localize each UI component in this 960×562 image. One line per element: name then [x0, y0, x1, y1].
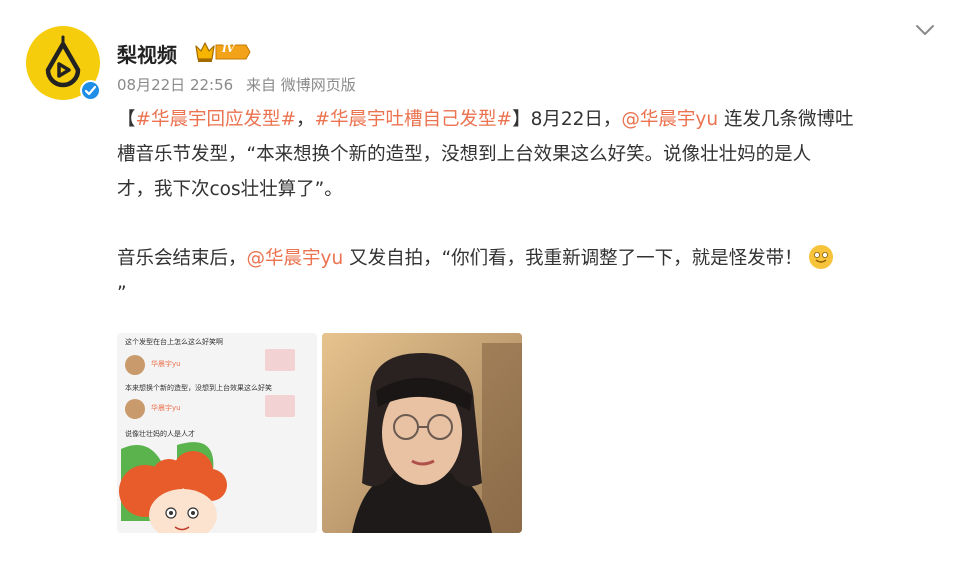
text-line-2: 槽音乐节发型，“本来想换个新的造型，没想到上台效果这么好笑。说像壮壮妈的是人 — [117, 144, 812, 165]
text-line-5: ” — [117, 283, 127, 304]
screenshot-text-1: 本来想换个新的造型，没想到上台效果这么好笑 — [125, 384, 272, 392]
bracket-close-date: 】8月22日， — [512, 109, 622, 130]
mini-avatar — [125, 355, 145, 375]
text-tail-4: 又发自拍，“你们看，我重新调整了一下，就是怪发带！ — [343, 248, 803, 269]
cartoon-character-icon — [117, 441, 317, 533]
mention-link-1[interactable]: @华晨宇yu — [621, 109, 718, 130]
chevron-down-icon[interactable] — [914, 22, 936, 38]
mention-link-2[interactable]: @华晨宇yu — [247, 248, 344, 269]
mini-thumbnail — [265, 395, 295, 417]
bracket-open: 【 — [117, 109, 136, 130]
screenshot-caption: 这个发型在台上怎么这么好笑啊 — [125, 338, 223, 346]
emoji-icon — [808, 245, 833, 269]
screenshot-name-2: 华晨宇yu — [151, 404, 181, 412]
post-image-screenshot[interactable]: 这个发型在台上怎么这么好笑啊 华晨宇yu 本来想换个新的造型，没想到上台效果这么… — [117, 333, 317, 533]
post-text: 【#华晨宇回应发型#，#华晨宇吐槽自己发型#】8月22日，@华晨宇yu 连发几条… — [117, 102, 929, 311]
post-date[interactable]: 08月22日 22:56 — [117, 76, 233, 94]
weibo-post: 梨视频 IV 08月22日 22:56 来自 微博网页版 【#华晨宇回应发型#，… — [0, 0, 960, 562]
text-line-3: 才，我下次cos壮壮算了”。 — [117, 179, 343, 200]
topic-link-1[interactable]: #华晨宇回应发型# — [136, 109, 297, 130]
topic-link-2[interactable]: #华晨宇吐槽自己发型# — [315, 109, 513, 130]
verified-badge-icon — [80, 80, 101, 101]
text-head-4: 音乐会结束后， — [117, 248, 247, 269]
mini-thumbnail — [265, 349, 295, 371]
post-source: 来自 微博网页版 — [245, 76, 356, 94]
selfie-photo — [322, 333, 522, 533]
mini-avatar — [125, 399, 145, 419]
post-meta: 08月22日 22:56 来自 微博网页版 — [117, 74, 364, 95]
screenshot-text-2: 说像壮壮妈的人是人才 — [125, 430, 195, 438]
post-image-selfie[interactable] — [322, 333, 522, 533]
text-line-4: 音乐会结束后，@华晨宇yu 又发自拍，“你们看，我重新调整了一下，就是怪发带！ — [117, 241, 929, 276]
screenshot-name-1: 华晨宇yu — [151, 360, 181, 368]
account-name[interactable]: 梨视频 — [117, 39, 177, 68]
separator: ， — [296, 109, 315, 130]
vip-level-badge: IV — [222, 44, 235, 55]
text-tail-1: 连发几条微博吐 — [718, 109, 854, 130]
text-line-1: 【#华晨宇回应发型#，#华晨宇吐槽自己发型#】8月22日，@华晨宇yu 连发几条… — [117, 102, 929, 137]
